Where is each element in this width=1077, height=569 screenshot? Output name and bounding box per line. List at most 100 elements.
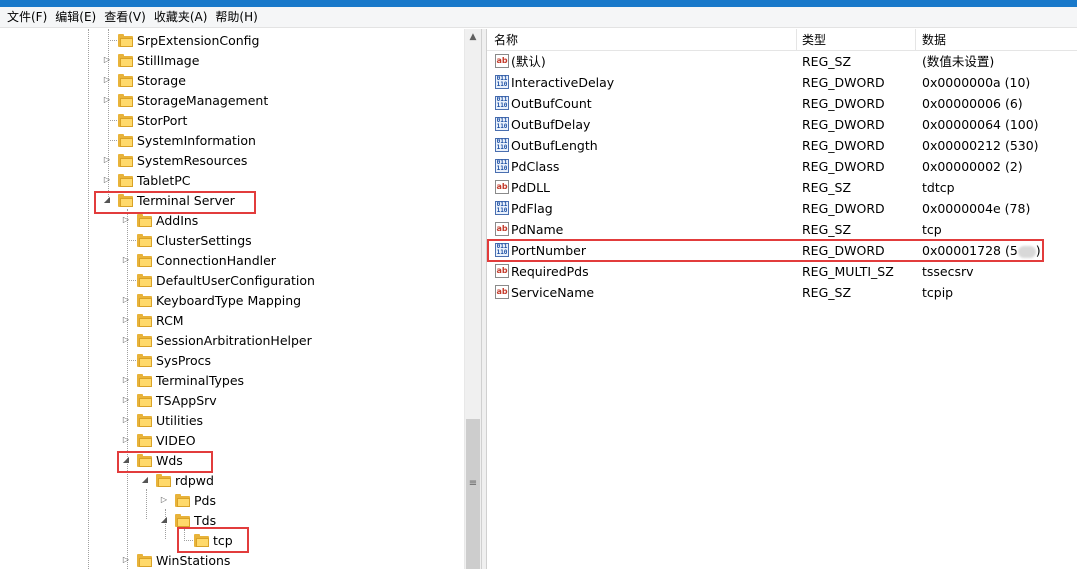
list-item[interactable]: 011 110 OutBufDelay REG_DWORD 0x00000064 (10… xyxy=(487,114,1077,135)
collapse-arrow-icon[interactable]: ◢ xyxy=(140,475,150,485)
value-type: REG_MULTI_SZ xyxy=(802,264,894,279)
expand-arrow-icon[interactable]: ▷ xyxy=(159,495,169,505)
tree-node-label: RCM xyxy=(156,312,184,328)
folder-icon xyxy=(118,133,133,147)
list-item[interactable]: 011 110 OutBufCount REG_DWORD 0x00000006 (6) xyxy=(487,93,1077,114)
tree-node[interactable]: SysProcs xyxy=(137,350,211,370)
value-data: tcpip xyxy=(922,282,953,303)
folder-icon xyxy=(137,393,152,407)
expand-arrow-icon[interactable]: ▷ xyxy=(121,395,131,405)
column-header-name[interactable]: 名称 xyxy=(487,29,796,50)
tree-node[interactable]: Storage xyxy=(118,70,186,90)
tree-node[interactable]: SrpExtensionConfig xyxy=(118,30,259,50)
tree-node[interactable]: ClusterSettings xyxy=(137,230,252,250)
menu-help[interactable]: 帮助(H) xyxy=(211,8,261,27)
folder-icon xyxy=(137,433,152,447)
value-data: (数值未设置) xyxy=(922,51,994,72)
list-item[interactable]: ab PdName REG_SZ tcp xyxy=(487,219,1077,240)
tree-node[interactable]: VIDEO xyxy=(137,430,196,450)
scrollbar-grip-icon: ≡ xyxy=(468,478,478,489)
list-item[interactable]: ab ServiceName REG_SZ tcpip xyxy=(487,282,1077,303)
collapse-arrow-icon[interactable]: ◢ xyxy=(159,515,169,525)
scrollbar-thumb[interactable] xyxy=(466,419,480,569)
expand-arrow-icon[interactable]: ▷ xyxy=(102,175,112,185)
tree-node[interactable]: RCM xyxy=(137,310,184,330)
ab-string-icon: ab xyxy=(495,222,509,236)
folder-icon xyxy=(137,213,152,227)
list-item[interactable]: 011 110 PdClass REG_DWORD 0x00000002 (2) xyxy=(487,156,1077,177)
tree-node[interactable]: rdpwd xyxy=(156,470,214,490)
expand-arrow-icon[interactable]: ▷ xyxy=(121,435,131,445)
expand-arrow-icon[interactable]: ▷ xyxy=(102,155,112,165)
tree-node[interactable]: TSAppSrv xyxy=(137,390,217,410)
tree-node[interactable]: SystemInformation xyxy=(118,130,256,150)
expand-arrow-icon[interactable]: ▷ xyxy=(121,315,131,325)
dword-value-icon: 011 110 xyxy=(495,138,509,152)
expand-arrow-icon[interactable]: ▷ xyxy=(121,375,131,385)
expand-arrow-icon[interactable]: ▷ xyxy=(102,75,112,85)
menu-favorites[interactable]: 收藏夹(A) xyxy=(150,8,212,27)
menu-edit[interactable]: 编辑(E) xyxy=(51,8,100,27)
expand-arrow-icon[interactable]: ▷ xyxy=(121,255,131,265)
tree-node[interactable]: Utilities xyxy=(137,410,203,430)
list-item[interactable]: 011 110 PdFlag REG_DWORD 0x0000004e (78) xyxy=(487,198,1077,219)
list-item[interactable]: ab (默认) REG_SZ (数值未设置) xyxy=(487,51,1077,72)
value-type: REG_SZ xyxy=(802,285,852,300)
tree-vertical-scrollbar[interactable]: ▲ ≡ xyxy=(464,29,481,569)
tree-node[interactable]: KeyboardType Mapping xyxy=(137,290,301,310)
ab-string-icon: ab xyxy=(495,285,509,299)
tree-node-label: DefaultUserConfiguration xyxy=(156,272,315,288)
column-header-data[interactable]: 数据 xyxy=(915,29,1077,50)
expand-arrow-icon[interactable]: ▷ xyxy=(121,415,131,425)
value-type: REG_DWORD xyxy=(802,96,885,111)
tree-guide-line xyxy=(146,489,148,519)
list-item[interactable]: ab PdDLL REG_SZ tdtcp xyxy=(487,177,1077,198)
expand-arrow-icon[interactable]: ▷ xyxy=(102,95,112,105)
column-header-type[interactable]: 类型 xyxy=(795,29,915,50)
tree-node[interactable]: StorageManagement xyxy=(118,90,268,110)
expand-arrow-icon[interactable]: ▷ xyxy=(102,55,112,65)
tree-node-label: StillImage xyxy=(137,52,200,68)
menu-view[interactable]: 查看(V) xyxy=(100,8,150,27)
ab-string-icon: ab xyxy=(495,180,509,194)
value-type: REG_SZ xyxy=(802,180,852,195)
value-name: PdDLL xyxy=(511,180,551,195)
ab-string-icon: ab xyxy=(495,54,509,68)
tree-node[interactable]: TabletPC xyxy=(118,170,191,190)
list-item[interactable]: 011 110 InteractiveDelay REG_DWORD 0x0000000… xyxy=(487,72,1077,93)
tree-node[interactable]: SystemResources xyxy=(118,150,247,170)
expand-arrow-icon[interactable]: ▷ xyxy=(121,295,131,305)
tree-node[interactable]: TerminalTypes xyxy=(137,370,244,390)
registry-values-list[interactable]: 名称 类型 数据 ab (默认) REG_SZ (数值未设置) 011 110 Intera… xyxy=(487,29,1077,569)
tree-node-label: VIDEO xyxy=(156,432,196,448)
value-data-text: 0x00000064 (100) xyxy=(922,117,1039,132)
tree-node-label: AddIns xyxy=(156,212,199,228)
value-data-text: 0x00000006 (6) xyxy=(922,96,1023,111)
list-item[interactable]: ab RequiredPds REG_MULTI_SZ tssecsrv xyxy=(487,261,1077,282)
tree-node-label: StorageManagement xyxy=(137,92,269,108)
folder-icon xyxy=(137,313,152,327)
highlight-tcp xyxy=(177,527,249,553)
expand-arrow-icon[interactable]: ▷ xyxy=(121,555,131,565)
tree-node[interactable]: ConnectionHandler xyxy=(137,250,276,270)
tree-node[interactable]: StorPort xyxy=(118,110,187,130)
dword-value-icon: 011 110 xyxy=(495,159,509,173)
registry-tree[interactable]: SrpExtensionConfig ▷ StillImage ▷ Storage ▷ St… xyxy=(0,29,481,569)
expand-arrow-icon[interactable]: ▷ xyxy=(121,215,131,225)
folder-icon xyxy=(118,153,133,167)
menu-file[interactable]: 文件(F) xyxy=(3,8,51,27)
highlight-terminal-server xyxy=(94,191,256,214)
list-header: 名称 类型 数据 xyxy=(487,29,1077,51)
scroll-up-arrow-icon[interactable]: ▲ xyxy=(465,29,481,46)
tree-node[interactable]: DefaultUserConfiguration xyxy=(137,270,315,290)
tree-node[interactable]: SessionArbitrationHelper xyxy=(137,330,312,350)
folder-icon xyxy=(118,53,133,67)
tree-node[interactable]: StillImage xyxy=(118,50,199,70)
expand-arrow-icon[interactable]: ▷ xyxy=(121,335,131,345)
value-type: REG_DWORD xyxy=(802,159,885,174)
list-item[interactable]: 011 110 OutBufLength REG_DWORD 0x00000212 (5… xyxy=(487,135,1077,156)
value-data-text: 0x00000002 (2) xyxy=(922,159,1023,174)
tree-node[interactable]: Pds xyxy=(175,490,216,510)
value-type: REG_SZ xyxy=(802,222,852,237)
value-name: PdName xyxy=(511,222,564,237)
